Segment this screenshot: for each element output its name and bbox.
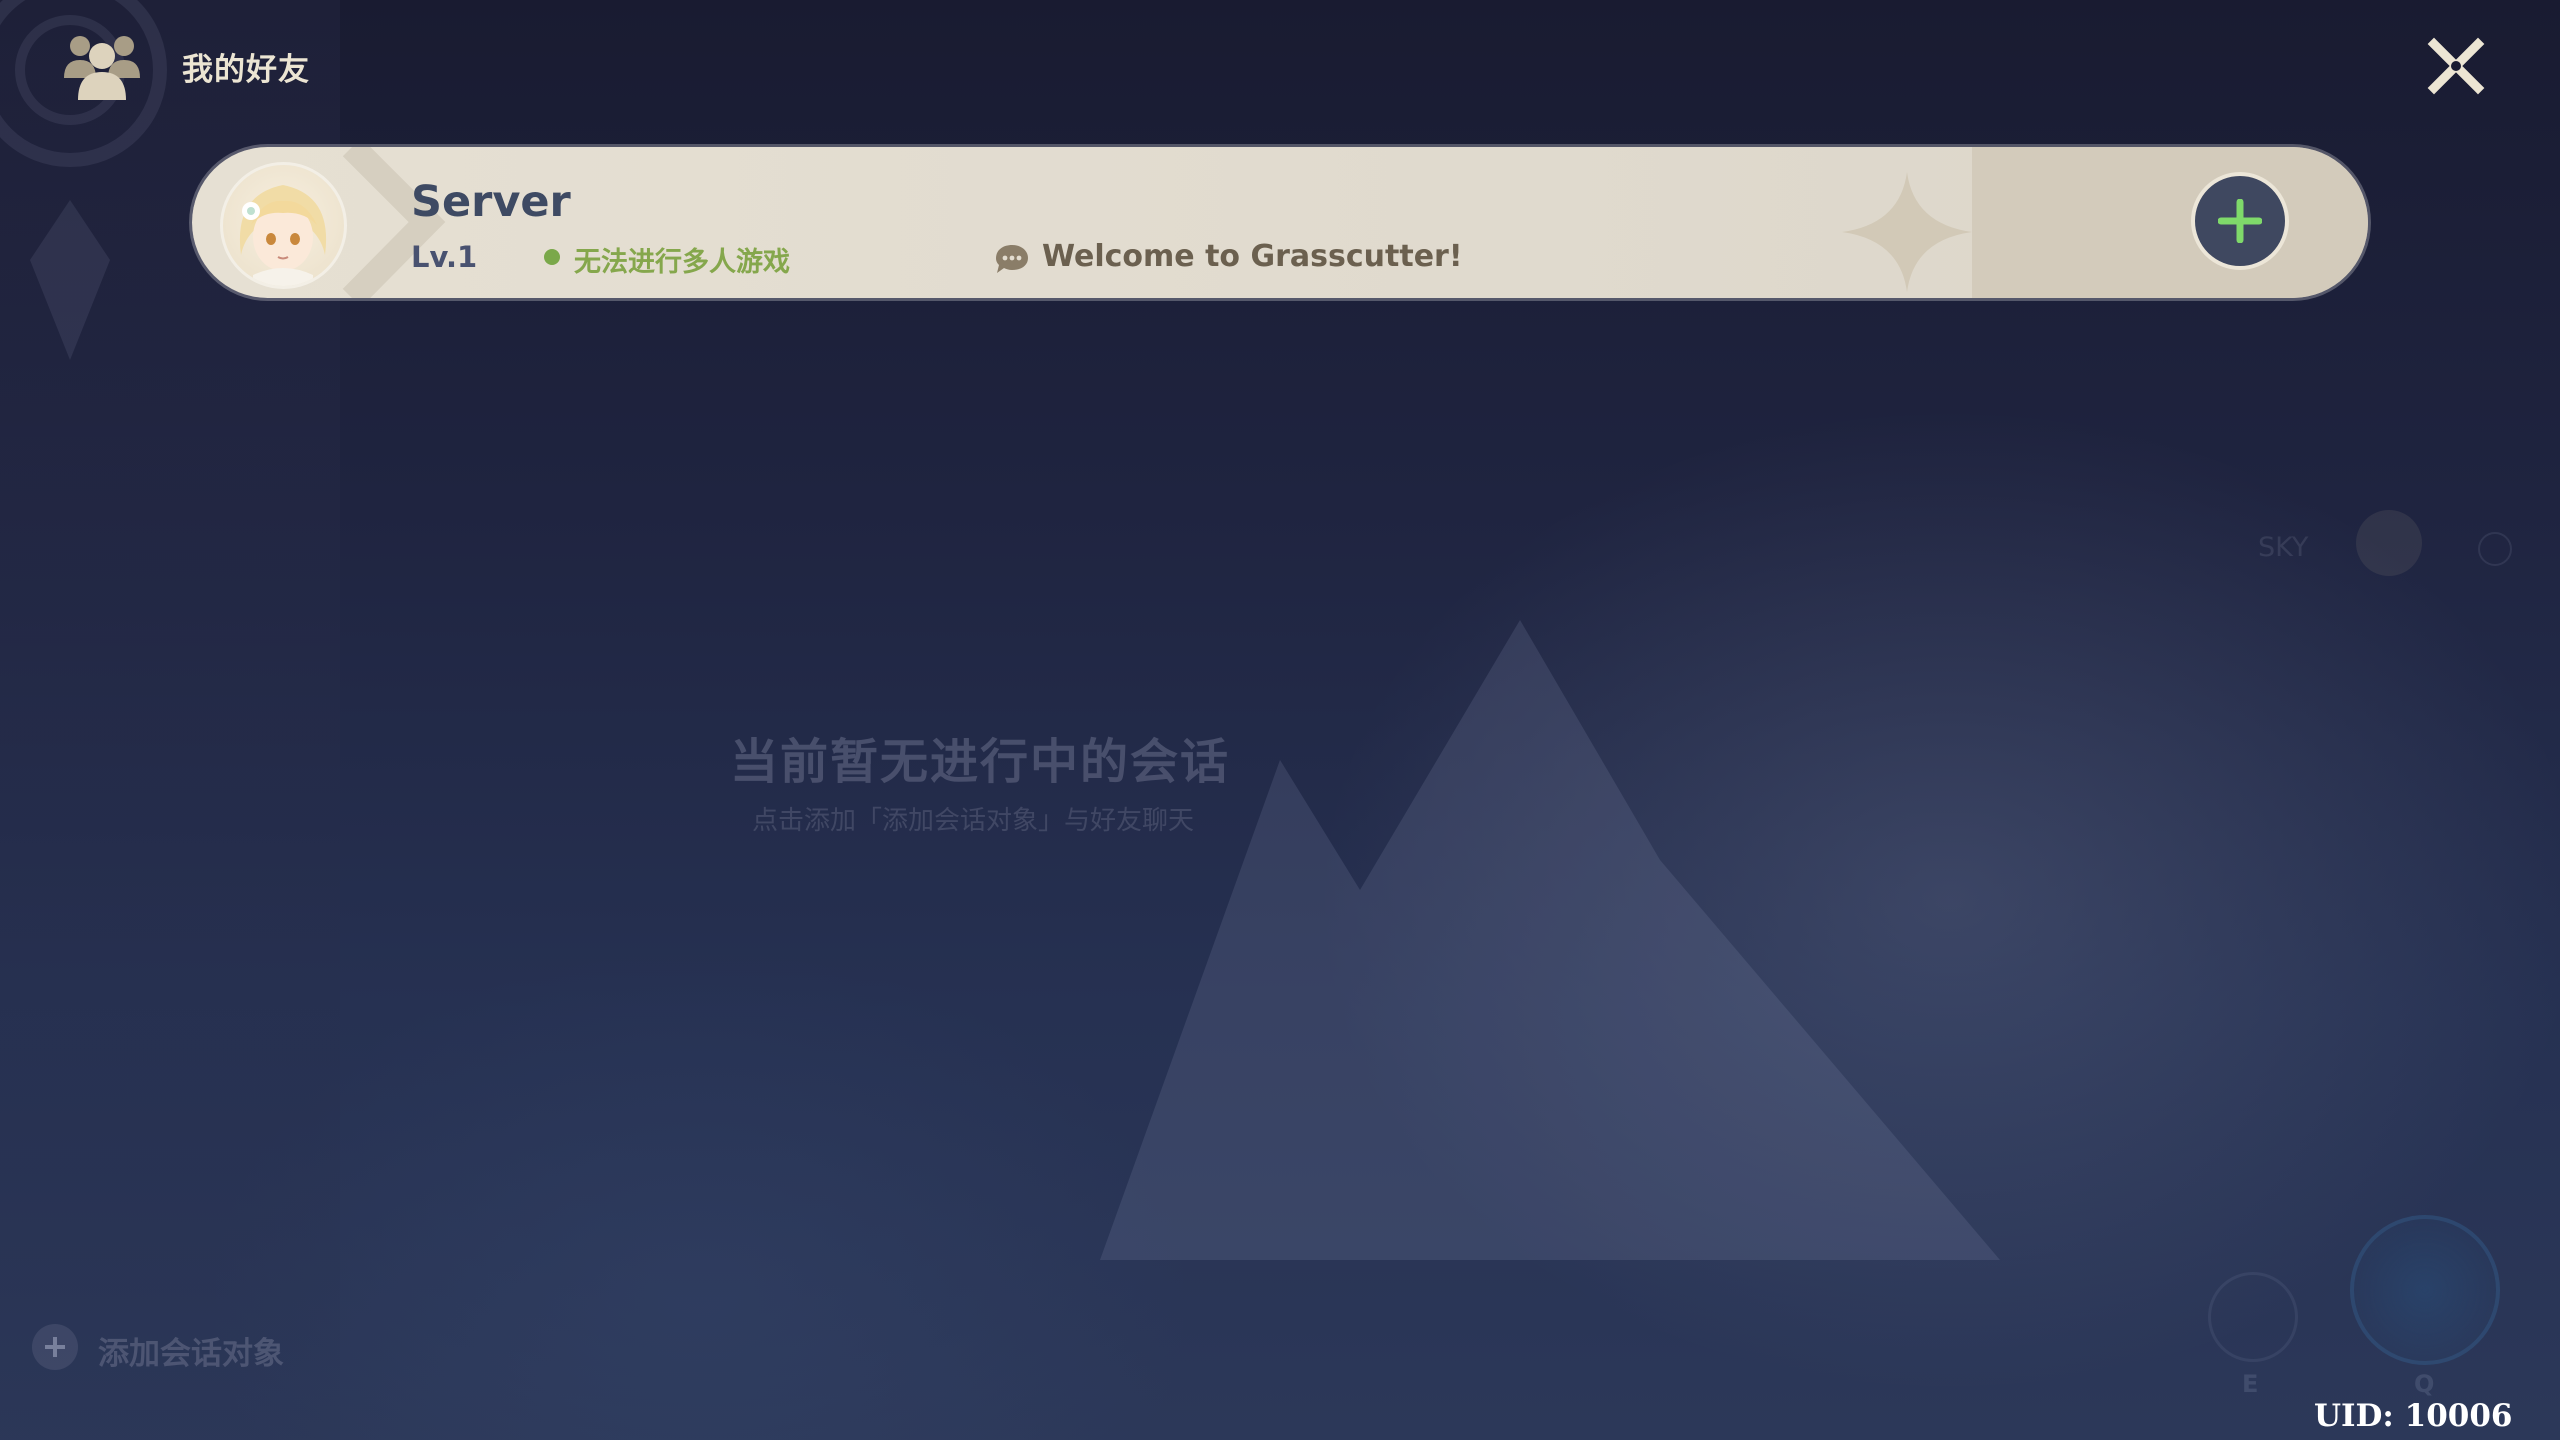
background-mountain (1100, 620, 2000, 1260)
elemental-skill-key: E (2242, 1370, 2259, 1398)
friend-name: Server (411, 177, 571, 227)
uid-label: UID: 10006 (2314, 1398, 2513, 1434)
add-conversation-label: 添加会话对象 (98, 1336, 284, 1372)
plus-icon (2218, 199, 2262, 243)
avatar[interactable] (220, 162, 347, 289)
hud-player-tag: SKY (2258, 532, 2309, 563)
friends-icon (64, 36, 140, 100)
elemental-skill-icon (2208, 1272, 2298, 1362)
elemental-burst-icon (2350, 1215, 2500, 1365)
card-decoration-band (1972, 147, 2368, 298)
close-icon (2427, 37, 2485, 95)
friend-level: Lv.1 (411, 240, 478, 274)
hud-party-avatar (2356, 510, 2422, 576)
page-title: 我的好友 (182, 52, 310, 88)
empty-state-subtitle: 点击添加「添加会话对象」与好友聊天 (752, 806, 1195, 836)
multiplayer-status: 无法进行多人游戏 (574, 247, 790, 278)
chat-bubble-icon (996, 245, 1028, 273)
avatar-portrait-icon (239, 185, 327, 286)
plus-circle-icon (32, 1324, 78, 1370)
star-decoration-icon (1842, 172, 1972, 292)
friend-signature: Welcome to Grasscutter! (1042, 239, 1463, 274)
empty-state-title: 当前暂无进行中的会话 (730, 734, 1231, 790)
status-indicator-icon (544, 249, 560, 265)
elemental-burst-key: Q (2414, 1370, 2435, 1398)
hud-badge-icon (2478, 532, 2512, 566)
friend-card[interactable]: Server Lv.1 无法进行多人游戏 Welcome to Grasscut… (192, 147, 2368, 298)
add-conversation-button[interactable]: 添加会话对象 (32, 1322, 332, 1372)
add-friend-button[interactable] (2191, 172, 2289, 270)
close-button[interactable] (2426, 36, 2486, 96)
